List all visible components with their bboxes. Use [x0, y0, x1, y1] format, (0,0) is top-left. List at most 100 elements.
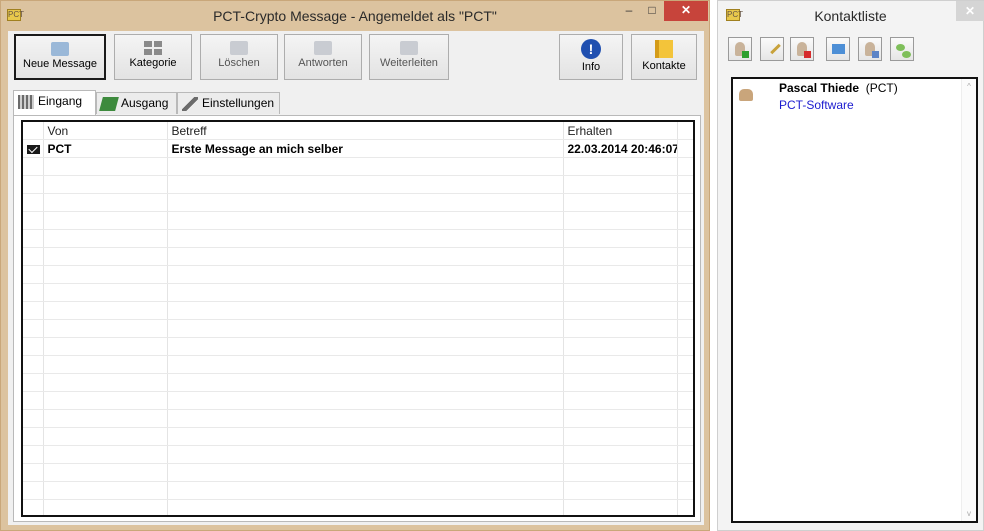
header-received[interactable]: Erhalten [563, 122, 678, 140]
empty-cell [677, 499, 693, 515]
contacts-button[interactable]: Kontakte [631, 34, 697, 80]
empty-cell [563, 283, 678, 302]
reply-icon [314, 41, 332, 55]
info-button[interactable]: ! Info [559, 34, 623, 80]
empty-cell [167, 409, 564, 428]
delete-button[interactable]: Löschen [200, 34, 278, 80]
empty-cell [167, 193, 564, 212]
scroll-down-arrow[interactable]: v [962, 509, 976, 518]
edit-contact-button[interactable] [760, 37, 784, 61]
empty-row [23, 481, 693, 500]
main-titlebar[interactable]: PCT PCT-Crypto Message - Angemeldet als … [1, 1, 709, 31]
empty-cell [43, 445, 168, 464]
main-window: PCT PCT-Crypto Message - Angemeldet als … [0, 0, 710, 531]
contact-list-scrollbar[interactable]: ^ v [961, 79, 976, 521]
empty-cell [563, 301, 678, 320]
empty-row [23, 409, 693, 428]
new-message-to-contact-button[interactable] [826, 37, 850, 61]
empty-cell [23, 229, 44, 248]
chat-bubble-icon [896, 44, 905, 51]
main-client-area: Neue Message Kategorie Löschen Antworten… [8, 31, 704, 525]
empty-cell [23, 211, 44, 230]
tab-settings[interactable]: Einstellungen [177, 92, 280, 114]
minimize-button[interactable]: – [618, 1, 640, 21]
empty-row [23, 193, 693, 212]
empty-cell [43, 283, 168, 302]
forward-button[interactable]: Weiterleiten [369, 34, 449, 80]
empty-cell [23, 355, 44, 374]
info-icon: ! [581, 39, 601, 59]
tab-inbox[interactable]: Eingang [13, 90, 96, 115]
chat-button[interactable] [890, 37, 914, 61]
empty-cell [23, 481, 44, 500]
empty-cell [167, 355, 564, 374]
empty-row [23, 427, 693, 446]
chat-bubble-icon [902, 51, 911, 58]
empty-row [23, 373, 693, 392]
table-row[interactable]: PCT Erste Message an mich selber 22.03.2… [23, 139, 693, 158]
delete-contact-button[interactable] [790, 37, 814, 61]
empty-cell [23, 283, 44, 302]
empty-cell [43, 499, 168, 515]
empty-cell [563, 499, 678, 515]
empty-cell [677, 175, 693, 194]
envelope-icon [27, 144, 40, 154]
empty-cell [43, 337, 168, 356]
empty-cell [23, 463, 44, 482]
empty-cell [167, 301, 564, 320]
inbox-panel: Von Betreff Erhalten PCT Erste Message a… [13, 115, 701, 522]
contact-organization: PCT-Software [779, 98, 854, 112]
header-from[interactable]: Von [43, 122, 168, 140]
info-label: Info [581, 61, 601, 73]
empty-row [23, 463, 693, 482]
empty-cell [167, 427, 564, 446]
contacts-window: PCT Kontaktliste ✕ Pascal Thiede (PCT) P… [717, 0, 984, 531]
empty-cell [677, 391, 693, 410]
empty-row [23, 229, 693, 248]
empty-cell [677, 319, 693, 338]
contact-list[interactable]: Pascal Thiede (PCT) PCT-Software ^ v [731, 77, 978, 523]
scroll-up-arrow[interactable]: ^ [962, 82, 976, 91]
empty-cell [43, 481, 168, 500]
empty-cell [677, 373, 693, 392]
empty-cell [563, 445, 678, 464]
inbox-tray-icon [18, 94, 34, 109]
message-icon [832, 44, 845, 54]
row-received: 22.03.2014 20:46:07 [563, 139, 678, 158]
empty-row [23, 337, 693, 356]
message-grid[interactable]: Von Betreff Erhalten PCT Erste Message a… [21, 120, 695, 517]
empty-cell [677, 301, 693, 320]
empty-cell [167, 229, 564, 248]
empty-cell [677, 247, 693, 266]
empty-cell [563, 481, 678, 500]
empty-cell [167, 445, 564, 464]
empty-cell [167, 391, 564, 410]
empty-cell [23, 499, 44, 515]
empty-cell [167, 157, 564, 176]
add-contact-button[interactable] [728, 37, 752, 61]
new-message-button[interactable]: Neue Message [14, 34, 106, 80]
empty-cell [563, 337, 678, 356]
empty-row [23, 499, 693, 515]
category-button[interactable]: Kategorie [114, 34, 192, 80]
empty-cell [23, 301, 44, 320]
close-button[interactable]: ✕ [664, 1, 708, 21]
tab-outbox-label: Ausgang [121, 96, 169, 110]
empty-cell [43, 319, 168, 338]
tab-outbox[interactable]: Ausgang [96, 92, 177, 114]
empty-cell [43, 463, 168, 482]
group-badge-icon [872, 51, 879, 58]
reply-button[interactable]: Antworten [284, 34, 362, 80]
maximize-button[interactable]: □ [641, 1, 663, 21]
new-message-icon [51, 42, 69, 56]
empty-row [23, 283, 693, 302]
empty-cell [23, 193, 44, 212]
contact-group-button[interactable] [858, 37, 882, 61]
header-subject[interactable]: Betreff [167, 122, 564, 140]
message-table: Von Betreff Erhalten PCT Erste Message a… [23, 122, 693, 515]
category-grid-icon [144, 41, 162, 55]
empty-cell [167, 283, 564, 302]
empty-cell [43, 427, 168, 446]
contacts-close-button[interactable]: ✕ [956, 1, 984, 21]
window-title: PCT-Crypto Message - Angemeldet als "PCT… [213, 8, 497, 24]
